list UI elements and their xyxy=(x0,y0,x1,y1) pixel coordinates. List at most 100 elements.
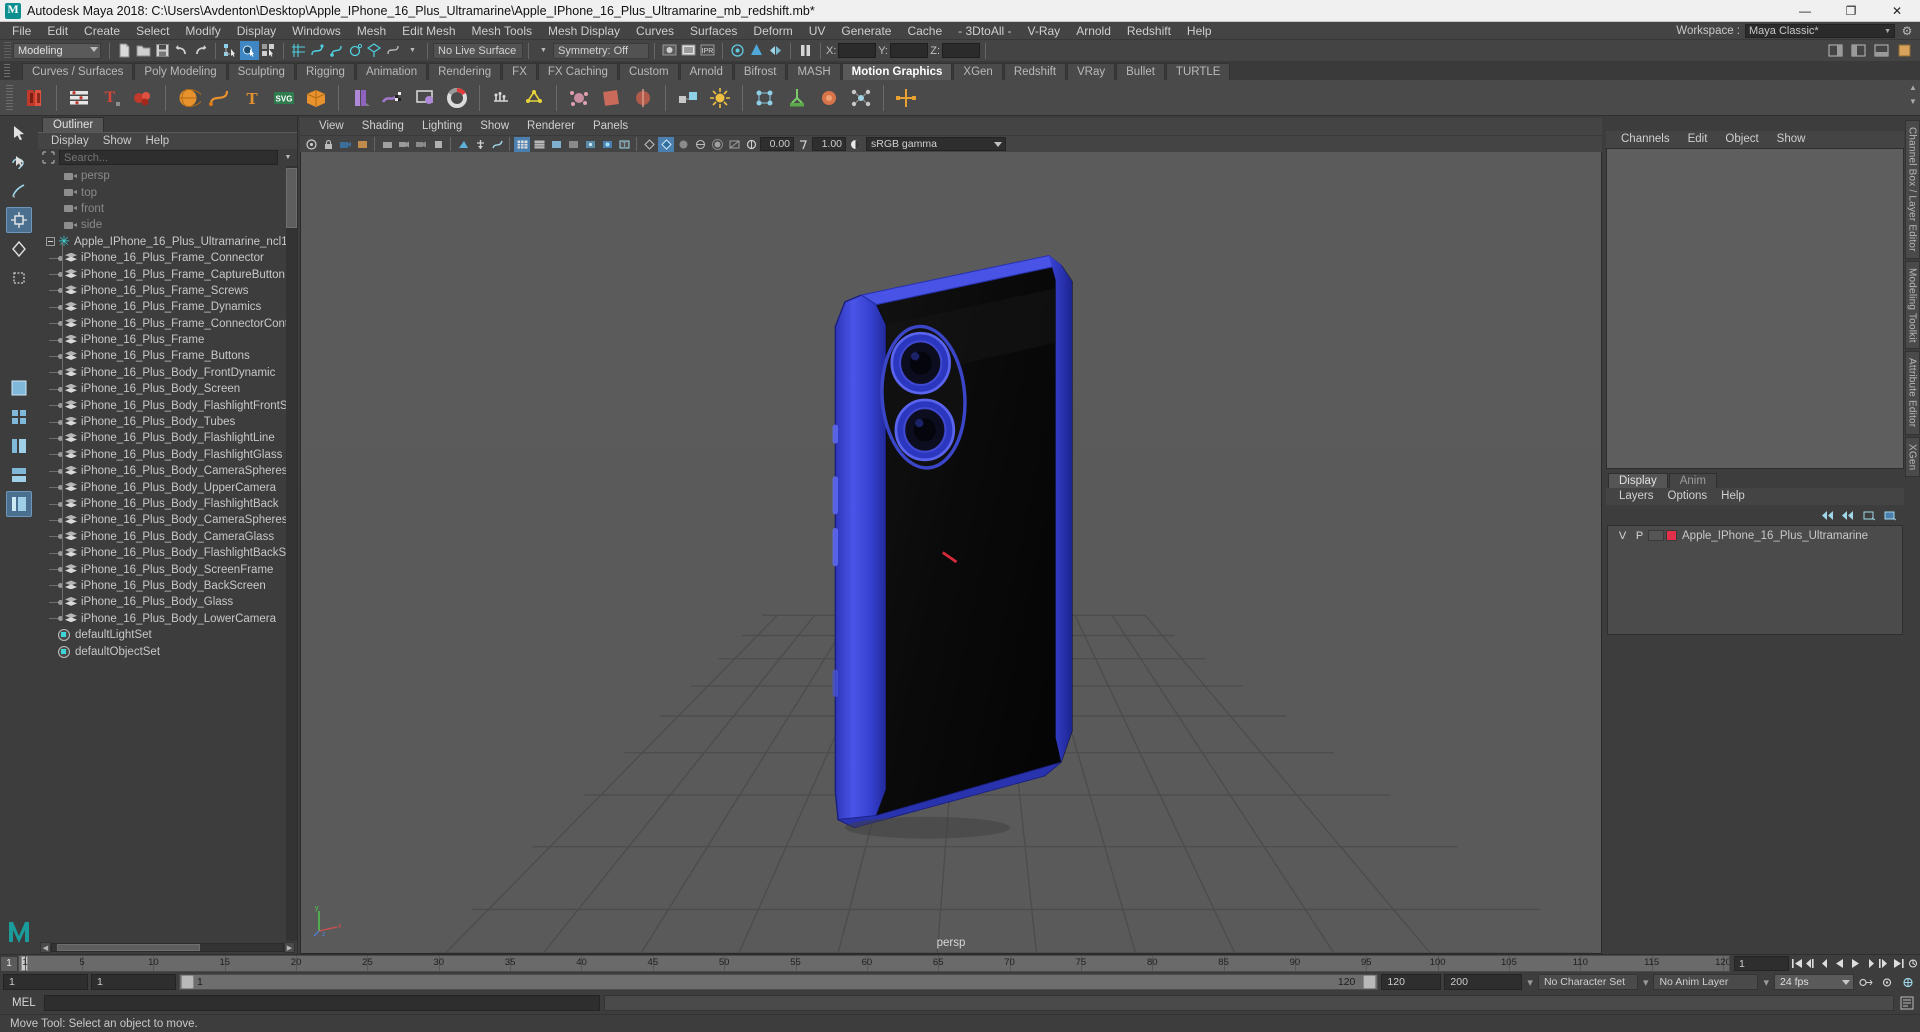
shelf-tab-bullet[interactable]: Bullet xyxy=(1116,63,1165,80)
mash-network-icon[interactable] xyxy=(19,83,49,113)
shelf-tab-motion-graphics[interactable]: Motion Graphics xyxy=(841,63,953,80)
mash-curve-icon[interactable] xyxy=(205,83,235,113)
vertical-tab-xgen[interactable]: XGen xyxy=(1904,436,1920,478)
outliner-tab[interactable]: Outliner xyxy=(42,117,105,132)
outliner-item[interactable]: iPhone_16_Plus_Body_FrontDynamic xyxy=(38,365,297,381)
shelf-tab-curves-surfaces[interactable]: Curves / Surfaces xyxy=(22,63,134,80)
shelf-tab-custom[interactable]: Custom xyxy=(618,63,679,80)
shelf-tab-poly-modeling[interactable]: Poly Modeling xyxy=(134,63,227,80)
outliner-persp-layout-icon[interactable] xyxy=(6,433,32,459)
make-live-icon[interactable] xyxy=(384,41,403,60)
shelf-grip[interactable] xyxy=(4,64,10,78)
scroll-thumb[interactable] xyxy=(286,168,297,228)
minimize-button[interactable]: — xyxy=(1782,0,1828,22)
mash-type-icon[interactable]: T xyxy=(237,83,267,113)
shelf-tab-vray[interactable]: VRay xyxy=(1067,63,1116,80)
command-language-label[interactable]: MEL xyxy=(4,997,40,1009)
select-by-object-type-icon[interactable] xyxy=(240,41,259,60)
expand-collapse-icon[interactable] xyxy=(46,237,55,247)
shelf-row-grip[interactable] xyxy=(6,84,13,111)
vertical-tab-modeling-toolkit[interactable]: Modeling Toolkit xyxy=(1904,260,1920,350)
viewport-3d[interactable]: y x z persp xyxy=(300,152,1602,954)
outliner-item-list[interactable]: persp top front side ✳ Apple_IPhone_16_Plus_U… xyxy=(38,166,297,941)
step-forward-key-icon[interactable] xyxy=(1877,956,1891,971)
layer-tab-anim[interactable]: Anim xyxy=(1668,473,1717,488)
close-button[interactable]: ✕ xyxy=(1874,0,1920,22)
light-editor-icon[interactable] xyxy=(747,41,766,60)
outliner-item[interactable]: ✳ Apple_IPhone_16_Plus_Ultramarine_ncl1_1 xyxy=(38,234,297,250)
layers-menu-layers[interactable]: Layers xyxy=(1612,488,1661,505)
outliner-item[interactable]: iPhone_16_Plus_Body_ScreenFrame xyxy=(38,561,297,577)
scroll-trough[interactable] xyxy=(51,943,284,952)
shelf-tab-animation[interactable]: Animation xyxy=(355,63,428,80)
viewport-menu-show[interactable]: Show xyxy=(471,118,518,135)
outliner-item[interactable]: defaultObjectSet xyxy=(38,643,297,659)
rotate-tool[interactable] xyxy=(6,236,32,262)
menu-surfaces[interactable]: Surfaces xyxy=(682,22,745,40)
viewport-menu-lighting[interactable]: Lighting xyxy=(413,118,471,135)
outliner-item[interactable]: front xyxy=(38,201,297,217)
playback-speed-select[interactable]: 24 fps xyxy=(1774,974,1854,990)
outliner-item[interactable]: iPhone_16_Plus_Frame_ConnectorContacts xyxy=(38,316,297,332)
menu-help[interactable]: Help xyxy=(1179,22,1220,40)
create-empty-layer-icon[interactable] xyxy=(1862,508,1877,522)
shelf-tab-fx[interactable]: FX xyxy=(502,63,537,80)
search-input[interactable] xyxy=(59,150,278,165)
outliner-menu-display[interactable]: Display xyxy=(44,133,96,150)
redo-icon[interactable] xyxy=(191,41,210,60)
image-plane-icon[interactable] xyxy=(379,137,395,152)
chevron-down-icon[interactable]: ▾ xyxy=(1641,976,1651,989)
scroll-left-icon[interactable]: ◀ xyxy=(40,942,51,953)
symmetry-field[interactable]: Symmetry: Off xyxy=(553,42,649,59)
shelf-tab-redshift[interactable]: Redshift xyxy=(1003,63,1067,80)
menu-arnold[interactable]: Arnold xyxy=(1068,22,1119,40)
hypershade-icon[interactable] xyxy=(728,41,747,60)
xray-active-components-icon[interactable] xyxy=(726,137,742,152)
mash-dynamics-solver-icon[interactable] xyxy=(564,83,594,113)
viewport-menu-view[interactable]: View xyxy=(310,118,353,135)
menu-create[interactable]: Create xyxy=(76,22,128,40)
paint-selection-tool[interactable] xyxy=(6,178,32,204)
mash-gravity-icon[interactable] xyxy=(628,83,658,113)
viewport-menu-renderer[interactable]: Renderer xyxy=(518,118,584,135)
outliner-item[interactable]: iPhone_16_Plus_Body_CameraSpheresBack xyxy=(38,512,297,528)
use-all-lights-icon[interactable]: T xyxy=(616,137,632,152)
open-scene-icon[interactable] xyxy=(134,41,153,60)
scroll-right-icon[interactable]: ▶ xyxy=(284,942,295,953)
layer-visibility-toggle[interactable]: V xyxy=(1614,530,1631,542)
outliner-item[interactable]: iPhone_16_Plus_Body_FlashlightBackSphere xyxy=(38,545,297,561)
outliner-item[interactable]: defaultLightSet xyxy=(38,627,297,643)
outliner-item[interactable]: iPhone_16_Plus_Body_LowerCamera xyxy=(38,611,297,627)
menu-display[interactable]: Display xyxy=(229,22,284,40)
menu-set-selector[interactable]: Modeling xyxy=(13,42,101,59)
save-scene-icon[interactable] xyxy=(153,41,172,60)
menu-3dtoall[interactable]: - 3DtoAll - xyxy=(950,22,1019,40)
single-perspective-layout-icon[interactable] xyxy=(6,375,32,401)
two-d-pan-zoom-icon[interactable] xyxy=(396,137,412,152)
outliner-menu-help[interactable]: Help xyxy=(139,133,177,150)
character-set-field[interactable]: No Character Set xyxy=(1537,974,1638,990)
gear-icon[interactable]: ⚙ xyxy=(1900,24,1914,38)
channel-box-toggle-icon[interactable] xyxy=(1895,41,1914,60)
layer-tab-display[interactable]: Display xyxy=(1608,473,1668,488)
camera-two-icon[interactable] xyxy=(413,137,429,152)
range-left-handle[interactable] xyxy=(181,975,194,989)
menu-select[interactable]: Select xyxy=(128,22,177,40)
scroll-thumb[interactable] xyxy=(56,944,200,951)
outliner-item[interactable]: iPhone_16_Plus_Body_FlashlightBack xyxy=(38,496,297,512)
select-by-hierarchy-icon[interactable] xyxy=(221,41,240,60)
wireframe-shading-icon[interactable] xyxy=(514,136,530,152)
outliner-item[interactable]: iPhone_16_Plus_Body_FlashlightGlass xyxy=(38,447,297,463)
snap-to-projected-center-icon[interactable] xyxy=(346,41,365,60)
shelf-tab-rigging[interactable]: Rigging xyxy=(295,63,355,80)
exposure-value[interactable]: 0.00 xyxy=(760,137,794,151)
menu-deform[interactable]: Deform xyxy=(745,22,800,40)
outliner-item[interactable]: iPhone_16_Plus_Body_FlashlightFrontSpher… xyxy=(38,397,297,413)
select-by-component-type-icon[interactable] xyxy=(259,41,278,60)
current-frame-field[interactable]: 1 xyxy=(1734,956,1789,971)
go-to-end-icon[interactable] xyxy=(1892,956,1906,971)
script-editor-icon[interactable] xyxy=(1898,995,1916,1011)
range-slider-bar[interactable]: 1 120 xyxy=(179,974,1379,990)
xray-icon[interactable] xyxy=(692,137,708,152)
shelf-tab-sculpting[interactable]: Sculpting xyxy=(227,63,295,80)
